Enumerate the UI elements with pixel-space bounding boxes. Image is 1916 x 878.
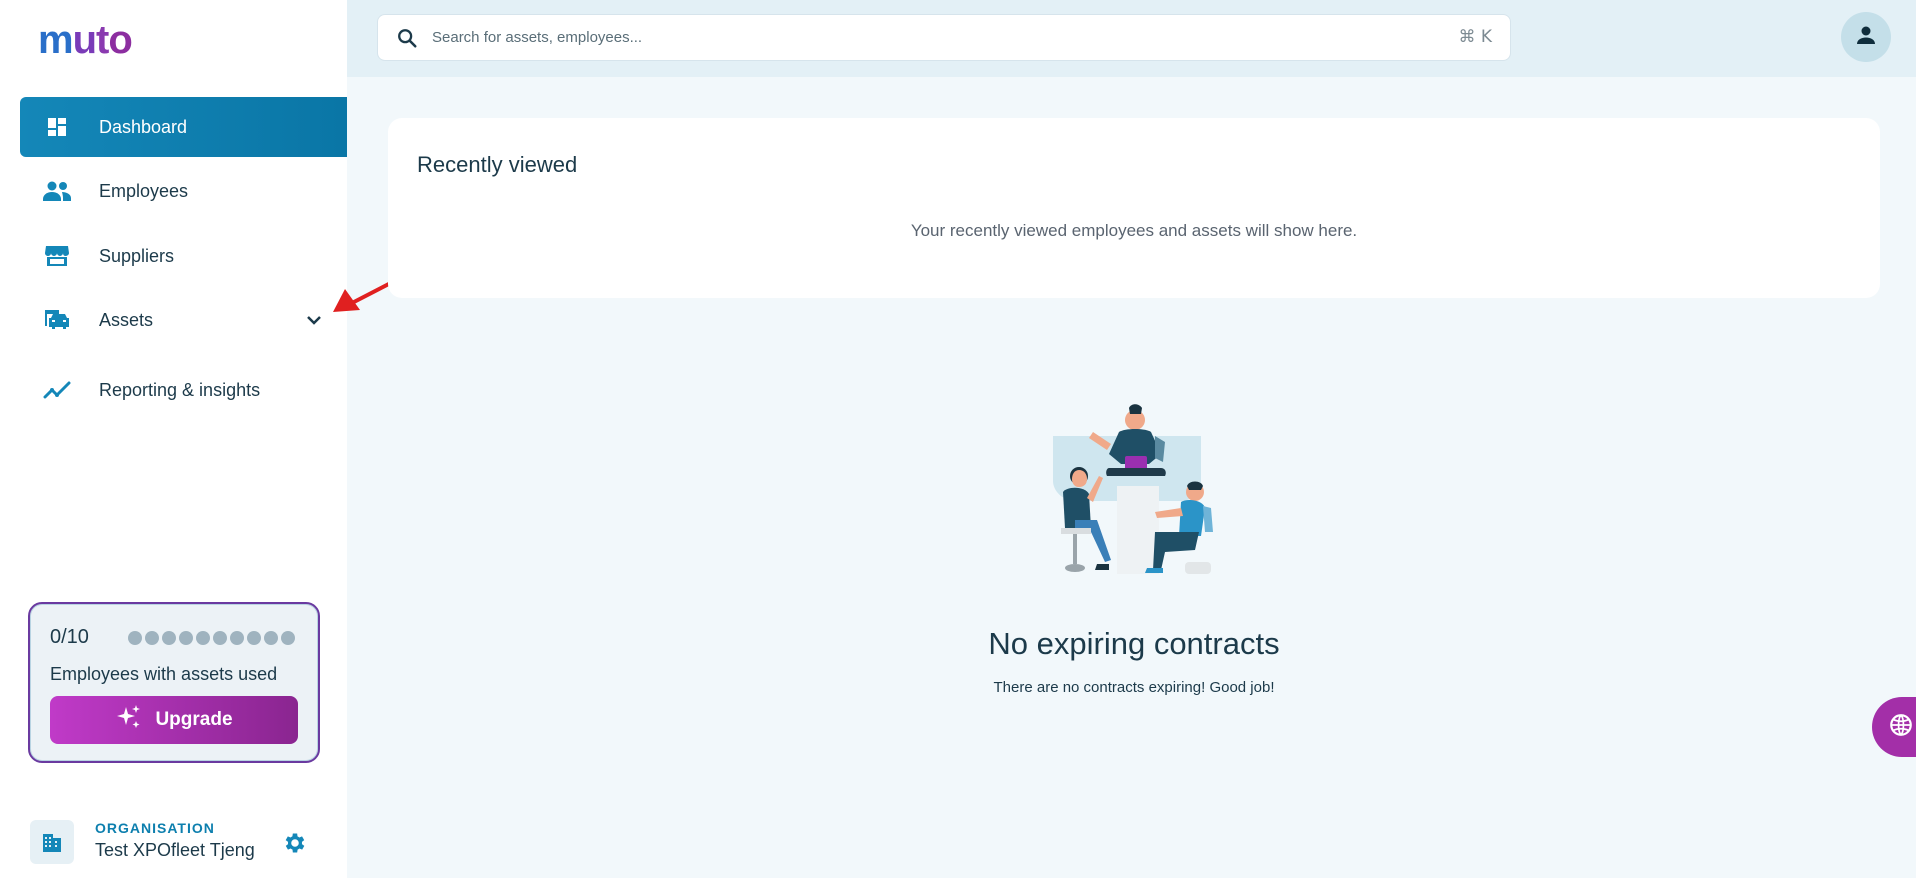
chevron-down-icon[interactable] bbox=[303, 309, 325, 331]
team-illustration bbox=[1053, 404, 1213, 574]
usage-dot bbox=[145, 631, 159, 645]
usage-dot bbox=[213, 631, 227, 645]
global-search[interactable]: ⌘ K bbox=[377, 14, 1511, 61]
muto-logo[interactable]: muto bbox=[38, 18, 133, 62]
usage-dot bbox=[196, 631, 210, 645]
building-icon bbox=[30, 820, 74, 864]
help-widget-button[interactable] bbox=[1872, 697, 1916, 757]
storefront-icon bbox=[42, 241, 72, 271]
sidebar-item-label: Suppliers bbox=[99, 245, 175, 266]
usage-dot bbox=[162, 631, 176, 645]
user-avatar-button[interactable] bbox=[1841, 12, 1891, 62]
recently-viewed-empty-text: Your recently viewed employees and asset… bbox=[910, 221, 1358, 240]
usage-dot bbox=[179, 631, 193, 645]
car-icon bbox=[42, 305, 72, 335]
sidebar-item-label: Employees bbox=[99, 180, 189, 201]
upgrade-button[interactable]: Upgrade bbox=[50, 696, 298, 744]
organisation-switcher: ORGANISATION Test XPOfleet Tjeng bbox=[30, 820, 330, 866]
sidebar-item-label: Assets bbox=[99, 309, 154, 330]
trend-line-icon bbox=[42, 375, 72, 405]
sidebar: muto Dashboard Employees Suppliers Asset… bbox=[0, 0, 347, 878]
contracts-empty-title: No expiring contracts bbox=[988, 626, 1280, 661]
usage-dot bbox=[247, 631, 261, 645]
sidebar-item-employees[interactable]: Employees bbox=[20, 161, 347, 221]
contracts-empty-subtitle: There are no contracts expiring! Good jo… bbox=[993, 679, 1275, 696]
sidebar-item-label: Reporting & insights bbox=[99, 379, 261, 400]
usage-dot bbox=[230, 631, 244, 645]
usage-dot bbox=[128, 631, 142, 645]
organisation-caption: ORGANISATION bbox=[95, 820, 215, 836]
people-icon bbox=[42, 176, 72, 206]
search-shortcut: ⌘ K bbox=[1458, 27, 1492, 47]
organisation-name: Test XPOfleet Tjeng bbox=[95, 840, 255, 860]
gear-icon[interactable] bbox=[282, 830, 308, 856]
sidebar-item-reporting[interactable]: Reporting & insights bbox=[20, 360, 347, 420]
search-input[interactable] bbox=[432, 15, 1432, 60]
upgrade-label: Upgrade bbox=[155, 709, 233, 730]
user-icon bbox=[1854, 23, 1878, 52]
usage-dots bbox=[128, 631, 295, 645]
top-bar: ⌘ K bbox=[347, 0, 1916, 77]
search-icon bbox=[396, 27, 418, 49]
globe-icon bbox=[1888, 712, 1914, 743]
usage-dot bbox=[281, 631, 295, 645]
sidebar-item-label: Dashboard bbox=[99, 116, 188, 137]
sidebar-item-suppliers[interactable]: Suppliers bbox=[20, 226, 347, 286]
sparkle-icon bbox=[115, 703, 143, 737]
usage-label: Employees with assets used bbox=[50, 664, 278, 684]
usage-card: 0/10 Employees with assets used Upgrade bbox=[28, 602, 320, 763]
usage-dot bbox=[264, 631, 278, 645]
sidebar-item-dashboard[interactable]: Dashboard bbox=[20, 97, 347, 157]
recently-viewed-card: Recently viewed Your recently viewed emp… bbox=[388, 118, 1880, 298]
recently-viewed-title: Recently viewed bbox=[417, 152, 578, 177]
dashboard-icon bbox=[42, 112, 72, 142]
sidebar-item-assets[interactable]: Assets bbox=[20, 290, 347, 350]
usage-count: 0/10 bbox=[50, 626, 89, 648]
